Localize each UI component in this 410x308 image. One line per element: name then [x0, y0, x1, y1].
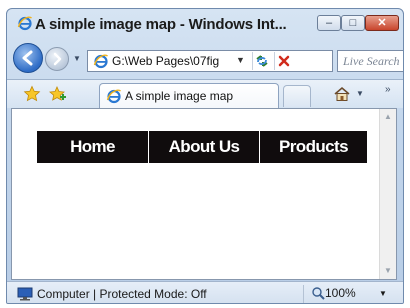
zoom-dropdown-icon[interactable]: ▼	[379, 289, 387, 298]
image-map-menu: Home About Us Products	[37, 131, 367, 163]
scroll-down-icon[interactable]: ▼	[380, 263, 396, 279]
add-favorites-icon[interactable]	[49, 85, 67, 103]
ie-page-icon	[93, 53, 109, 69]
maximize-icon: □	[349, 17, 357, 29]
minimize-button[interactable]: –	[317, 15, 341, 31]
computer-icon	[17, 287, 33, 301]
ie-page-icon	[106, 88, 122, 104]
status-bar: Computer | Protected Mode: Off 100% ▼	[7, 281, 403, 303]
stop-icon[interactable]	[274, 52, 293, 70]
home-icon[interactable]	[333, 85, 351, 103]
more-tools-chevron-icon[interactable]: »	[385, 84, 391, 95]
address-bar[interactable]: G:\Web Pages\07fig ▼	[87, 50, 333, 72]
status-text: Computer | Protected Mode: Off	[37, 287, 207, 301]
search-box[interactable]: Live Search	[337, 50, 403, 72]
home-dropdown-icon[interactable]: ▼	[356, 89, 364, 98]
zoom-icon[interactable]	[311, 286, 325, 300]
minimize-icon: –	[325, 17, 333, 29]
close-icon: ✕	[377, 17, 387, 29]
scroll-up-icon[interactable]: ▲	[380, 109, 396, 125]
tab-active[interactable]: A simple image map	[99, 83, 279, 108]
back-arrow-icon	[22, 50, 33, 66]
navigation-bar: ▼ G:\Web Pages\07fig ▼ Live Search	[7, 41, 403, 77]
close-button[interactable]: ✕	[365, 15, 399, 31]
forward-arrow-icon	[53, 52, 62, 66]
address-text[interactable]: G:\Web Pages\07fig	[112, 54, 219, 68]
menu-item-home[interactable]: Home	[37, 131, 149, 163]
page-content: Home About Us Products ▲ ▼	[11, 108, 397, 280]
tab-bar: A simple image map ▼ »	[7, 79, 403, 108]
tab-label: A simple image map	[125, 89, 234, 103]
status-divider	[303, 285, 304, 303]
refresh-icon[interactable]	[252, 52, 271, 70]
title-bar: A simple image map - Windows Int... – □ …	[7, 9, 403, 39]
address-dropdown-icon[interactable]: ▼	[236, 55, 245, 65]
vertical-scrollbar[interactable]: ▲ ▼	[379, 109, 396, 279]
favorites-star-icon[interactable]	[23, 85, 41, 103]
forward-button[interactable]	[45, 47, 69, 71]
menu-item-about-us[interactable]: About Us	[149, 131, 260, 163]
browser-window: A simple image map - Windows Int... – □ …	[6, 8, 404, 304]
recent-pages-dropdown[interactable]: ▼	[73, 54, 81, 63]
menu-item-products[interactable]: Products	[260, 131, 367, 163]
zoom-level[interactable]: 100%	[325, 286, 356, 300]
ie-logo-icon	[17, 15, 33, 31]
window-title: A simple image map - Windows Int...	[35, 16, 287, 33]
new-tab-button[interactable]	[283, 85, 311, 107]
back-button[interactable]	[13, 43, 43, 73]
maximize-button[interactable]: □	[341, 15, 365, 31]
search-placeholder[interactable]: Live Search	[343, 54, 400, 69]
